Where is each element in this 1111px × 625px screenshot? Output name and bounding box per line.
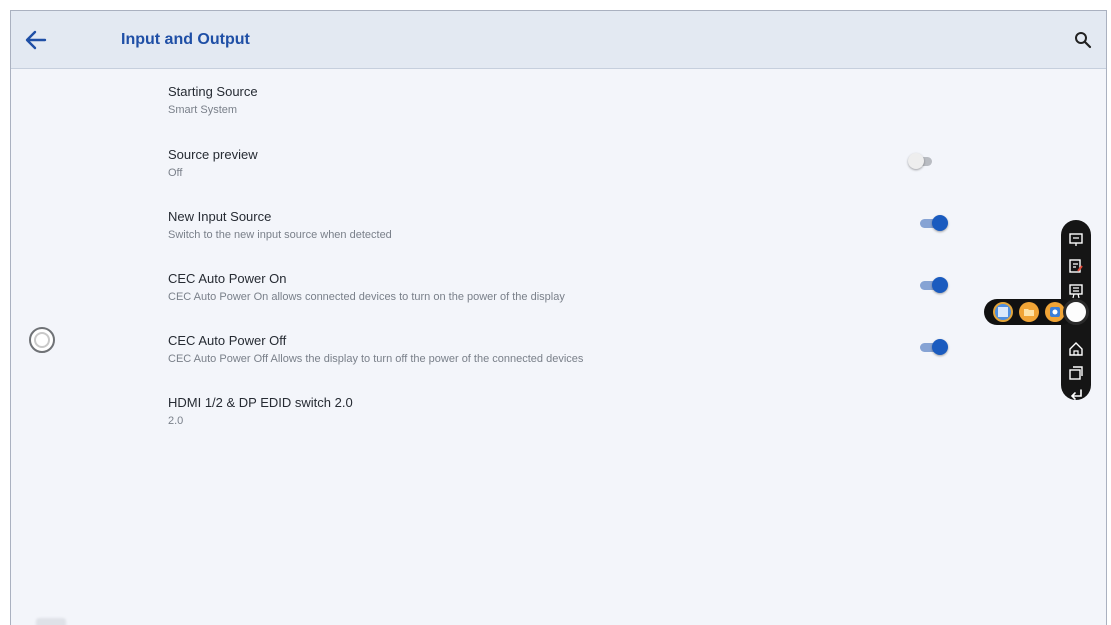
setting-title: HDMI 1/2 & DP EDID switch 2.0 — [168, 395, 353, 410]
page-title: Input and Output — [121, 31, 250, 48]
new-input-source-toggle[interactable] — [918, 215, 948, 231]
present-icon[interactable] — [1068, 283, 1084, 299]
setting-new-input-source[interactable]: New Input Source Switch to the new input… — [168, 209, 1106, 259]
setting-hdmi-edid-switch[interactable]: HDMI 1/2 & DP EDID switch 2.0 2.0 — [168, 395, 1106, 445]
files-app-icon[interactable] — [1019, 302, 1039, 322]
setting-subtitle: Switch to the new input source when dete… — [168, 229, 392, 241]
save-icon — [998, 307, 1008, 317]
setting-title: Starting Source — [168, 84, 258, 99]
settings-screen: Input and Output Starting Source Smart S… — [10, 10, 1107, 625]
setting-subtitle: Smart System — [168, 104, 238, 116]
annotate-icon[interactable] — [1068, 258, 1084, 274]
setting-subtitle: Off — [168, 167, 183, 179]
setting-starting-source[interactable]: Starting Source Smart System — [168, 84, 1106, 134]
whiteboard-icon[interactable] — [1068, 232, 1084, 248]
back-icon[interactable] — [1068, 387, 1084, 403]
toggle-knob — [932, 215, 948, 231]
search-icon[interactable] — [1074, 31, 1092, 49]
setting-title: CEC Auto Power Off — [168, 333, 287, 348]
settings-app-icon[interactable] — [1045, 302, 1065, 322]
cec-auto-power-off-toggle[interactable] — [918, 339, 948, 355]
setting-title: New Input Source — [168, 209, 272, 224]
setting-cec-auto-power-off[interactable]: CEC Auto Power Off CEC Auto Power Off Al… — [168, 333, 1106, 383]
floating-menu-toggle[interactable] — [1063, 299, 1089, 325]
blurred-element — [36, 618, 66, 625]
setting-subtitle: 2.0 — [168, 415, 184, 427]
setting-cec-auto-power-on[interactable]: CEC Auto Power On CEC Auto Power On allo… — [168, 271, 1106, 321]
setting-source-preview[interactable]: Source preview Off — [168, 147, 1106, 197]
cec-auto-power-on-toggle[interactable] — [918, 277, 948, 293]
toggle-knob — [908, 153, 924, 169]
toggle-knob — [932, 277, 948, 293]
setting-subtitle: CEC Auto Power On allows connected devic… — [168, 291, 565, 303]
windows-icon[interactable] — [1068, 365, 1084, 381]
toggle-knob — [932, 339, 948, 355]
folder-icon — [1024, 309, 1034, 316]
gear-icon — [1050, 307, 1060, 317]
setting-subtitle: CEC Auto Power Off Allows the display to… — [168, 353, 584, 365]
arrow-left-icon[interactable] — [23, 27, 49, 53]
setting-title: CEC Auto Power On — [168, 271, 287, 286]
header-bar: Input and Output — [11, 11, 1106, 69]
source-preview-toggle[interactable] — [908, 153, 938, 169]
home-icon[interactable] — [1068, 341, 1084, 357]
file-manager-app-icon[interactable] — [993, 302, 1013, 322]
setting-title: Source preview — [168, 147, 258, 162]
floating-touch-button[interactable] — [29, 327, 55, 353]
app-tray — [984, 299, 1074, 325]
